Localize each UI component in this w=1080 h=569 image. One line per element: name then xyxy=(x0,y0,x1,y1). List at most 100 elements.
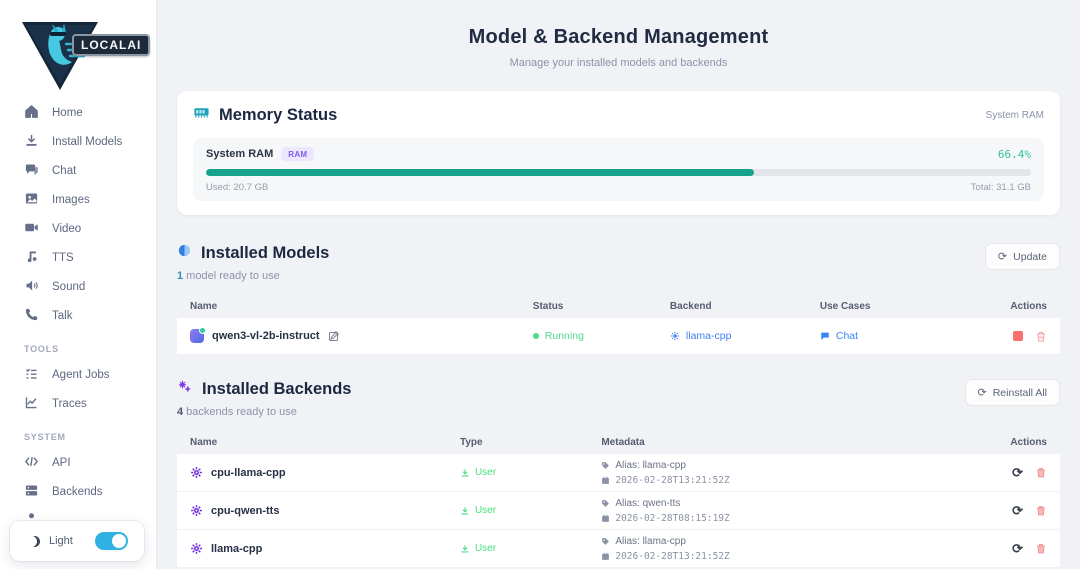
user-download-icon xyxy=(460,468,470,478)
system-ram-panel: System RAM RAM 66.4% Used: 20.7 GB Total… xyxy=(193,138,1044,201)
models-table-header: Name Status Backend Use Cases Actions xyxy=(177,295,1060,318)
col-actions: Actions xyxy=(1010,437,1047,448)
edit-icon[interactable] xyxy=(328,330,340,342)
video-icon xyxy=(24,220,39,238)
ram-progress-fill xyxy=(206,169,754,176)
calendar-icon xyxy=(601,552,610,561)
delete-backend-button[interactable] xyxy=(1035,466,1047,479)
calendar-icon xyxy=(601,476,610,485)
user-download-icon xyxy=(460,506,470,516)
tag-icon xyxy=(601,461,610,470)
model-avatar-icon xyxy=(190,329,204,343)
backend-metadata: Alias: llama-cpp 2026-02-28T13:21:52Z xyxy=(601,458,961,488)
server-icon xyxy=(24,483,39,501)
sidebar-item-chat[interactable]: Chat xyxy=(0,156,156,185)
backends-table: Name Type Metadata Actions cpu-llama-cpp… xyxy=(177,431,1060,568)
models-table: Name Status Backend Use Cases Actions qw… xyxy=(177,295,1060,355)
page-title: Model & Backend Management xyxy=(177,26,1060,49)
home-icon xyxy=(24,104,39,122)
sidebar-item-api[interactable]: API xyxy=(0,448,156,477)
installed-backends-title: Installed Backends xyxy=(202,380,351,399)
music-icon xyxy=(24,249,39,267)
models-icon xyxy=(177,243,192,263)
sidebar-item-backends[interactable]: Backends xyxy=(0,477,156,506)
chat-bubble-icon xyxy=(820,331,830,341)
ram-badge: RAM xyxy=(281,147,314,161)
system-ram-label: System RAM xyxy=(206,148,273,160)
calendar-icon xyxy=(601,514,610,523)
ram-chip-icon xyxy=(193,104,210,126)
sidebar-item-video[interactable]: Video xyxy=(0,214,156,243)
reinstall-backend-button[interactable]: ⟳ xyxy=(1012,541,1023,557)
model-row: qwen3-vl-2b-instruct Running llama-cpp C… xyxy=(177,318,1060,355)
refresh-icon: ⟳ xyxy=(978,386,987,399)
refresh-icon: ⟳ xyxy=(998,250,1007,263)
backend-row: llama-cpp User Alias: llama-cpp 2026-02-… xyxy=(177,530,1060,568)
backend-metadata: Alias: llama-cpp 2026-02-28T13:21:52Z xyxy=(601,534,961,564)
gears-icon xyxy=(177,379,193,399)
memory-header-right: System RAM xyxy=(986,110,1044,121)
main-content: Model & Backend Management Manage your i… xyxy=(157,0,1080,569)
backends-count-suffix: backends ready to use xyxy=(183,406,297,418)
sidebar-nav: Home Install Models Chat Images Video TT… xyxy=(0,98,156,535)
speaker-icon xyxy=(24,278,39,296)
page-subtitle: Manage your installed models and backend… xyxy=(177,57,1060,69)
image-icon xyxy=(24,191,39,209)
gear-icon xyxy=(190,504,203,517)
chat-icon xyxy=(24,162,39,180)
theme-toggle-switch[interactable] xyxy=(95,532,128,550)
sidebar-item-sound[interactable]: Sound xyxy=(0,272,156,301)
reinstall-all-button[interactable]: ⟳ Reinstall All xyxy=(965,379,1061,406)
installed-models-title: Installed Models xyxy=(201,244,329,263)
moon-icon xyxy=(26,536,37,547)
trend-chart-icon xyxy=(24,395,39,413)
sidebar-item-traces[interactable]: Traces xyxy=(0,389,156,418)
delete-backend-button[interactable] xyxy=(1035,542,1047,555)
delete-model-button[interactable] xyxy=(1035,330,1047,343)
col-name: Name xyxy=(190,301,533,312)
backend-row: cpu-llama-cpp User Alias: llama-cpp 2026… xyxy=(177,454,1060,492)
stop-model-button[interactable] xyxy=(1013,331,1023,341)
delete-backend-button[interactable] xyxy=(1035,504,1047,517)
col-name: Name xyxy=(190,437,460,448)
update-button[interactable]: ⟳ Update xyxy=(985,243,1060,270)
model-backend-link[interactable]: llama-cpp xyxy=(670,330,820,342)
localai-logo[interactable]: LOCALAI xyxy=(0,0,156,96)
gear-icon xyxy=(190,466,203,479)
reinstall-backend-button[interactable]: ⟳ xyxy=(1012,465,1023,481)
reinstall-backend-button[interactable]: ⟳ xyxy=(1012,503,1023,519)
sidebar: LOCALAI Home Install Models Chat Images … xyxy=(0,0,157,569)
localai-wordmark: LOCALAI xyxy=(72,34,150,56)
gear-icon xyxy=(190,542,203,555)
memory-status-title: Memory Status xyxy=(219,106,337,125)
sidebar-item-tts[interactable]: TTS xyxy=(0,243,156,272)
installed-models-section: Installed Models 1 model ready to use ⟳ … xyxy=(177,243,1060,355)
gear-icon xyxy=(670,331,680,341)
ram-progress-track xyxy=(206,169,1031,176)
backend-name: cpu-qwen-tts xyxy=(211,505,279,517)
page-header: Model & Backend Management Manage your i… xyxy=(177,0,1060,69)
phone-icon xyxy=(24,307,39,325)
code-icon xyxy=(24,454,39,472)
status-badge: Running xyxy=(533,330,670,342)
backend-row: cpu-qwen-tts User Alias: qwen-tts 2026-0… xyxy=(177,492,1060,530)
tag-icon xyxy=(601,537,610,546)
sidebar-item-images[interactable]: Images xyxy=(0,185,156,214)
model-use-case[interactable]: Chat xyxy=(820,330,961,342)
col-status: Status xyxy=(533,301,670,312)
backend-type-badge: User xyxy=(460,505,601,516)
col-metadata: Metadata xyxy=(601,437,961,448)
backends-table-header: Name Type Metadata Actions xyxy=(177,431,1060,454)
col-use-cases: Use Cases xyxy=(820,301,961,312)
backend-name: llama-cpp xyxy=(211,543,262,555)
download-icon xyxy=(24,133,39,151)
sidebar-item-talk[interactable]: Talk xyxy=(0,301,156,330)
backend-name: cpu-llama-cpp xyxy=(211,467,286,479)
sidebar-item-agent-jobs[interactable]: Agent Jobs xyxy=(0,360,156,389)
col-actions: Actions xyxy=(1010,301,1047,312)
model-name: qwen3-vl-2b-instruct xyxy=(212,330,320,342)
theme-toggle-label: Light xyxy=(49,535,85,547)
sidebar-item-install-models[interactable]: Install Models xyxy=(0,127,156,156)
ram-percent: 66.4% xyxy=(998,148,1031,161)
ram-used: Used: 20.7 GB xyxy=(206,182,268,193)
